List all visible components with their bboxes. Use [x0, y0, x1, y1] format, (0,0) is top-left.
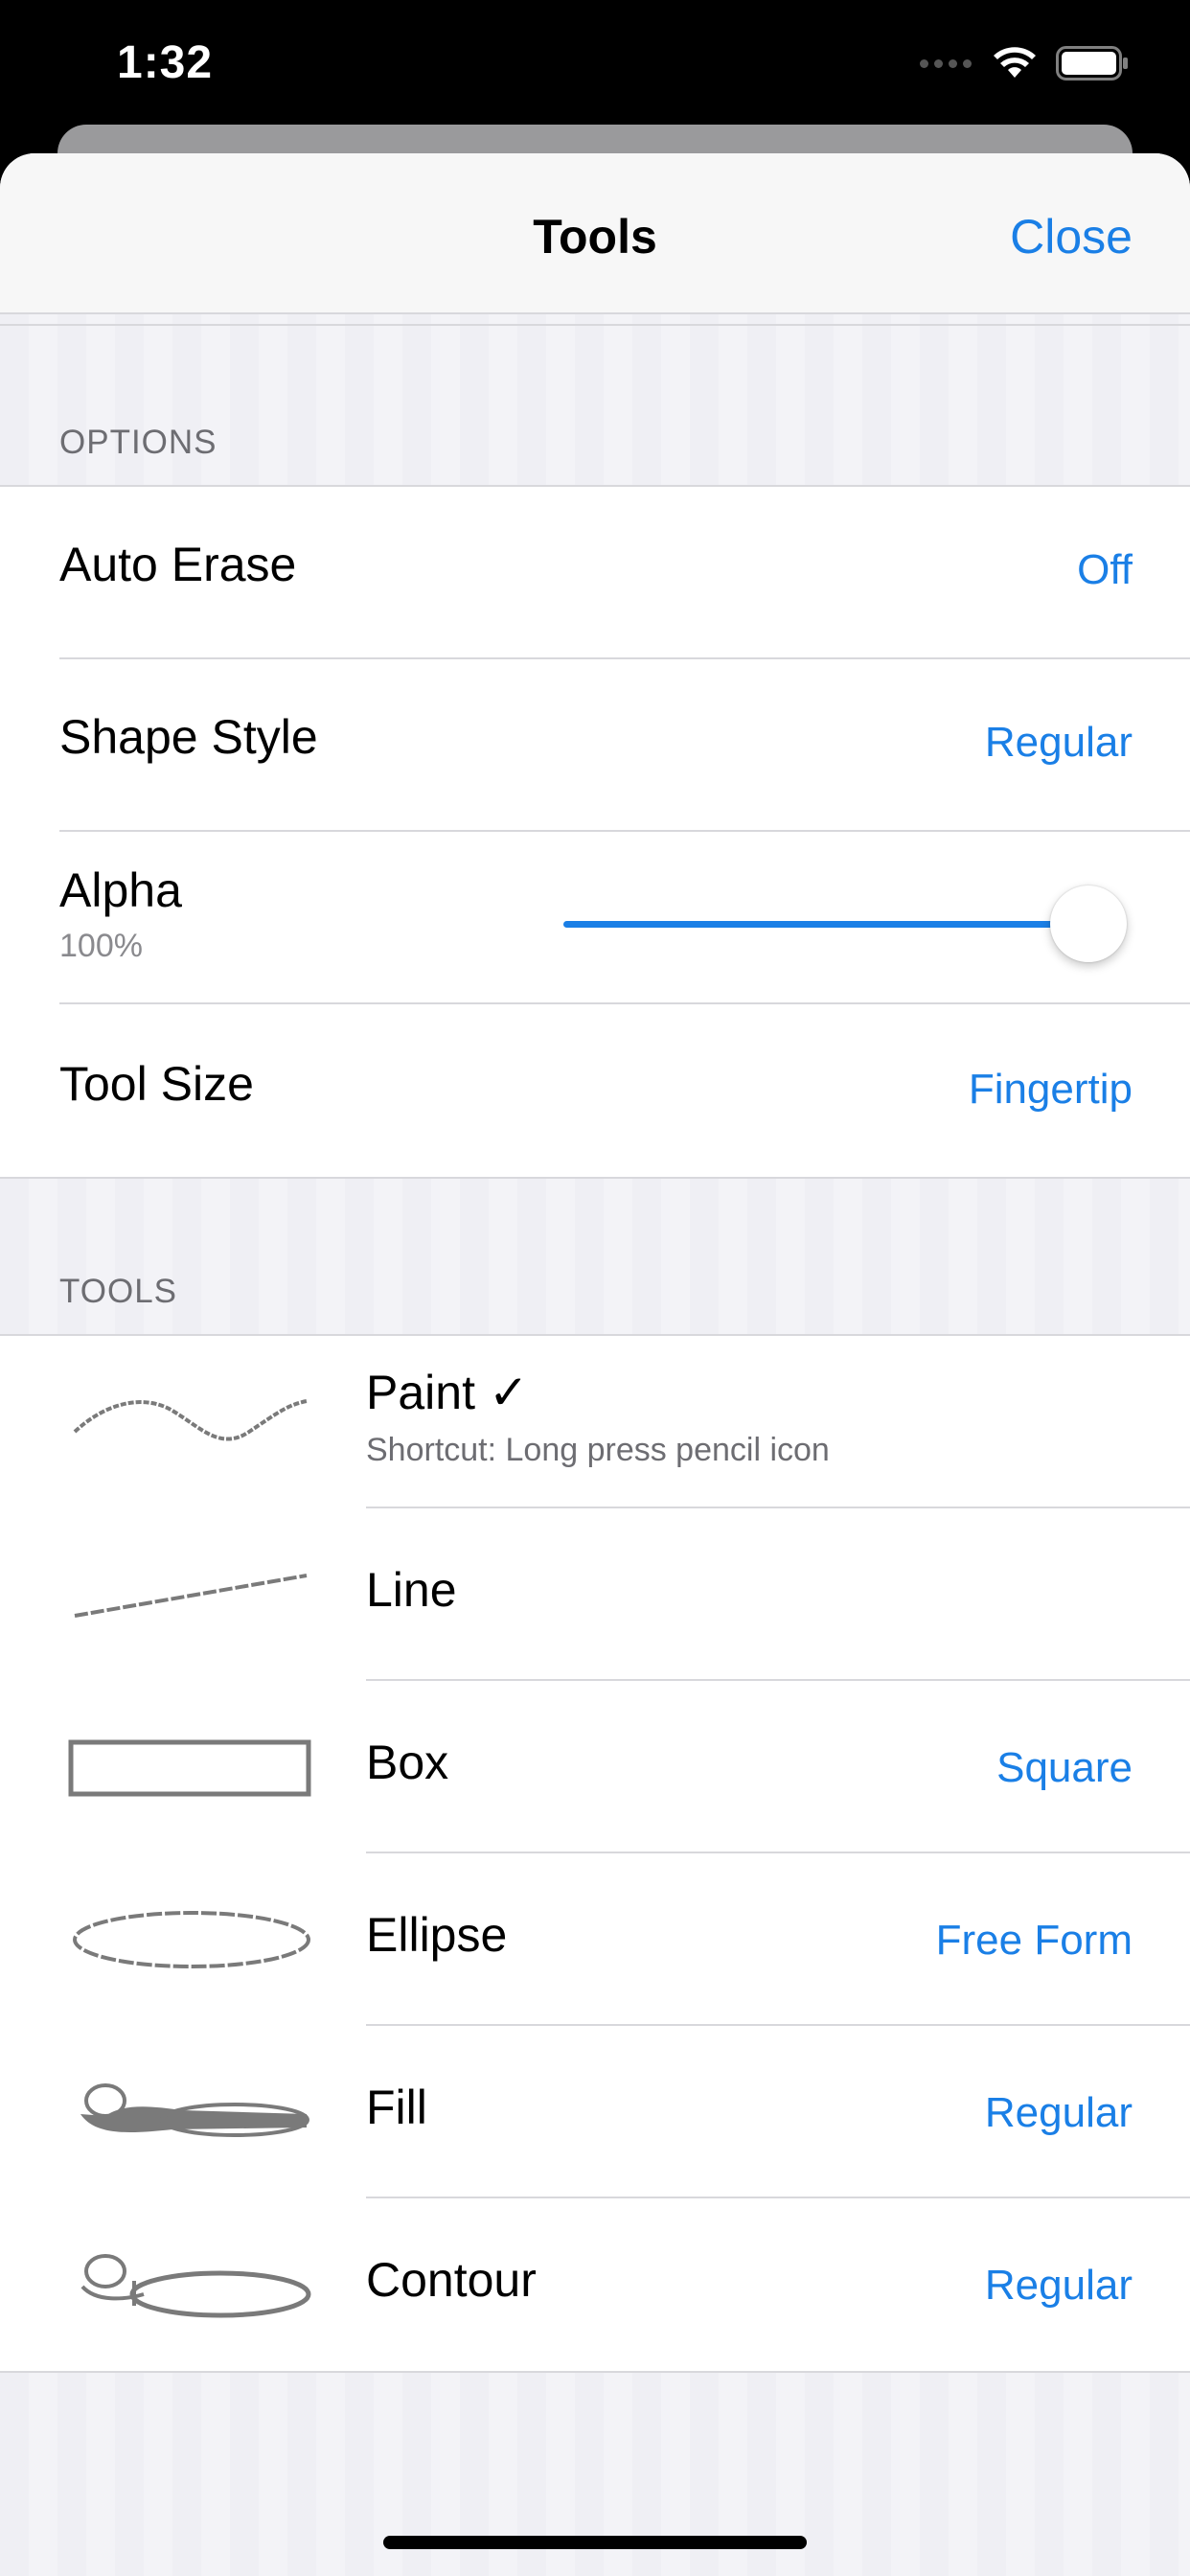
status-time: 1:32 — [117, 37, 214, 88]
tool-row-contour[interactable]: Contour Regular — [0, 2198, 1190, 2371]
alpha-slider-thumb[interactable] — [1050, 886, 1127, 962]
fill-bucket-icon — [80, 2083, 309, 2137]
tool-label-box: Box — [366, 1736, 449, 1789]
ellipse-icon — [73, 1911, 310, 1968]
tool-label-fill: Fill — [366, 2081, 427, 2134]
tool-value-box[interactable]: Square — [996, 1744, 1133, 1792]
status-icons — [920, 46, 1129, 80]
tool-row-box[interactable]: Box Square — [0, 1681, 1190, 1853]
status-bar: 1:32 — [0, 0, 1190, 134]
tools-sheet: Tools Close OPTIONS Auto Erase Off Shape… — [0, 153, 1190, 2576]
tool-label-contour: Contour — [366, 2253, 537, 2307]
alpha-slider-track[interactable] — [563, 921, 1088, 928]
tool-row-fill[interactable]: Fill Regular — [0, 2026, 1190, 2198]
home-indicator[interactable] — [383, 2536, 807, 2549]
auto-erase-label: Auto Erase — [59, 538, 297, 591]
tool-value-fill[interactable]: Regular — [985, 2089, 1133, 2137]
paint-stroke-icon — [73, 1399, 308, 1441]
alpha-value: 100% — [59, 928, 143, 964]
tool-row-line[interactable]: Line — [0, 1508, 1190, 1681]
tools-group: Paint ✓ Shortcut: Long press pencil icon… — [0, 1334, 1190, 2373]
auto-erase-row[interactable]: Auto Erase Off — [0, 487, 1190, 659]
tool-label-ellipse: Ellipse — [366, 1908, 508, 1962]
tool-value-ellipse[interactable]: Free Form — [936, 1917, 1133, 1965]
nav-bar: Tools Close — [0, 153, 1190, 314]
battery-icon — [1056, 46, 1128, 80]
tool-size-label: Tool Size — [59, 1057, 254, 1111]
auto-erase-value[interactable]: Off — [1077, 546, 1133, 594]
shape-style-value[interactable]: Regular — [985, 719, 1133, 767]
wifi-icon — [994, 47, 1036, 78]
tool-row-paint[interactable]: Paint ✓ Shortcut: Long press pencil icon — [0, 1336, 1190, 1508]
tool-label-line: Line — [366, 1563, 457, 1617]
nav-separator — [0, 324, 1190, 326]
tool-size-row[interactable]: Tool Size Fingertip — [0, 1004, 1190, 1177]
shape-style-row[interactable]: Shape Style Regular — [0, 659, 1190, 832]
tools-header: TOOLS — [59, 1273, 178, 1310]
tool-subtitle-paint: Shortcut: Long press pencil icon — [366, 1432, 830, 1468]
tool-value-contour[interactable]: Regular — [985, 2262, 1133, 2310]
options-header: OPTIONS — [59, 424, 217, 461]
shape-style-label: Shape Style — [59, 710, 318, 764]
line-icon — [74, 1574, 308, 1618]
box-icon — [68, 1739, 311, 1797]
tool-label-paint: Paint ✓ — [366, 1366, 529, 1419]
options-group: Auto Erase Off Shape Style Regular Alpha… — [0, 485, 1190, 1179]
contour-icon — [80, 2254, 311, 2318]
tool-size-value[interactable]: Fingertip — [969, 1066, 1133, 1114]
alpha-label: Alpha — [59, 863, 182, 917]
close-button[interactable]: Close — [1010, 209, 1133, 264]
cellular-signal-icon — [920, 58, 972, 68]
alpha-row: Alpha 100% — [0, 832, 1190, 1004]
tool-row-ellipse[interactable]: Ellipse Free Form — [0, 1853, 1190, 2026]
